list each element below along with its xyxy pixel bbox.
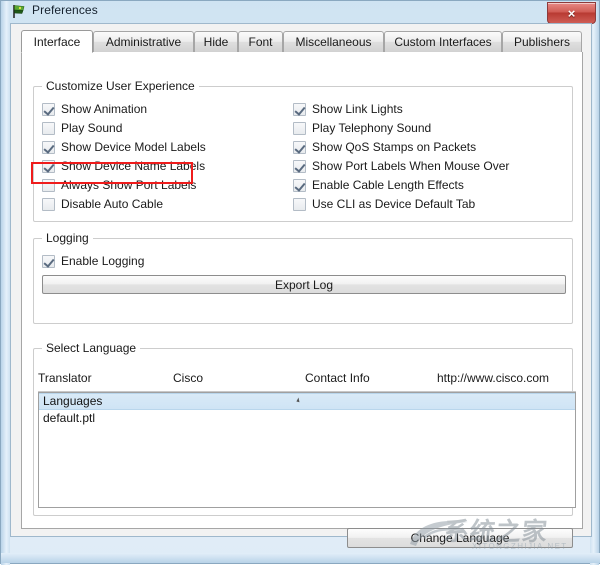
checkbox-use-cli-as-device-default-tab[interactable]: Use CLI as Device Default Tab [293,196,475,212]
tab-label: Interface [33,34,81,49]
preferences-window: Preferences × Interface Administrative Hid… [0,0,600,565]
customize-group-title: Customize User Experience [42,79,199,93]
checkbox-show-device-model-labels[interactable]: Show Device Model Labels [42,139,206,155]
checkbox-play-sound[interactable]: Play Sound [42,120,122,136]
checkbox-label: Enable Logging [61,253,145,268]
checkbox-box[interactable] [42,159,55,173]
change-language-button-label: Change Language [410,531,510,545]
tab-custom-interfaces[interactable]: Custom Interfaces [384,31,502,52]
language-listbox[interactable]: Languages default.ptl [38,392,576,508]
list-item[interactable]: default.ptl [39,410,575,427]
checkbox-disable-auto-cable[interactable]: Disable Auto Cable [42,196,163,212]
tab-publishers[interactable]: Publishers [502,31,582,52]
checkbox-box[interactable] [42,178,55,192]
change-language-button[interactable]: Change Language [347,528,573,548]
language-group-title: Select Language [42,341,141,355]
tab-label: Custom Interfaces [394,35,492,49]
checkbox-box[interactable] [42,197,55,211]
list-item[interactable]: Languages [39,393,575,410]
checkbox-enable-cable-length-effects[interactable]: Enable Cable Length Effects [293,177,464,193]
export-log-button-label: Export Log [274,277,334,292]
checkbox-label: Show Animation [61,101,148,116]
checkbox-label: Show Port Labels When Mouse Over [312,158,510,173]
logging-group-title: Logging [42,231,93,245]
tab-strip: Interface Administrative Hide Font Miscellan… [21,30,583,53]
language-column-header: Cisco [173,371,204,385]
language-column-header: Contact Info [305,371,370,385]
tab-interface[interactable]: Interface [21,30,93,53]
checkbox-label: Play Telephony Sound [312,120,432,135]
title-bar[interactable]: Preferences × [1,1,600,24]
tab-hide[interactable]: Hide [194,31,238,52]
checkbox-box[interactable] [293,197,306,211]
checkbox-box[interactable] [293,140,306,154]
checkbox-box[interactable] [42,140,55,154]
checkbox-label: Show Device Name Labels [61,158,206,173]
tab-font[interactable]: Font [238,31,283,52]
checkbox-show-qos-stamps-on-packets[interactable]: Show QoS Stamps on Packets [293,139,476,155]
close-icon: × [567,5,576,21]
close-button[interactable]: × [547,2,596,24]
dialog-client-area: Interface Administrative Hide Font Miscellan… [10,23,592,548]
checkbox-box[interactable] [293,102,306,116]
tab-label: Miscellaneous [295,35,372,49]
checkbox-show-device-name-labels[interactable]: Show Device Name Labels [42,158,205,174]
flag-icon [13,5,25,18]
tab-label: Hide [203,35,229,49]
tab-administrative[interactable]: Administrative [93,31,194,52]
select-language-group: Select Language Translator Cisco Contact I… [33,341,576,516]
window-title: Preferences [32,3,98,17]
tab-miscellaneous[interactable]: Miscellaneous [283,31,384,52]
checkbox-box[interactable] [42,254,55,268]
checkbox-play-telephony-sound[interactable]: Play Telephony Sound [293,120,431,136]
logging-group: Logging Enable Logging Export Log [33,231,573,324]
checkbox-show-port-labels-when-mouse-over[interactable]: Show Port Labels When Mouse Over [293,158,509,174]
checkbox-enable-logging[interactable]: Enable Logging [42,253,144,269]
checkbox-show-animation[interactable]: Show Animation [42,101,147,117]
export-log-button[interactable]: Export Log [42,275,566,294]
checkbox-box[interactable] [293,121,306,135]
checkbox-label: Use CLI as Device Default Tab [312,196,476,211]
language-column-header: Translator [38,371,92,385]
checkbox-box[interactable] [293,178,306,192]
tab-label: Font [248,35,273,49]
window-border-bottom [1,553,600,563]
checkbox-label: Play Sound [61,120,123,135]
tab-panel-interface: Customize User Experience Show Animation… [21,52,583,548]
language-column-header: http://www.cisco.com [437,371,550,385]
checkbox-box[interactable] [42,102,55,116]
checkbox-label: Show Device Model Labels [61,139,206,154]
window-border-left [1,1,10,565]
tab-label: Administrative [105,35,182,49]
checkbox-box[interactable] [293,159,306,173]
checkbox-label: Show Link Lights [312,101,403,116]
customize-user-experience-group: Customize User Experience Show Animation… [33,79,573,222]
checkbox-always-show-port-labels[interactable]: Always Show Port Labels [42,177,196,193]
checkbox-label: Enable Cable Length Effects [312,177,464,192]
checkbox-label: Show QoS Stamps on Packets [312,139,477,154]
checkbox-box[interactable] [42,121,55,135]
checkbox-label: Disable Auto Cable [61,196,164,211]
checkbox-label: Always Show Port Labels [61,177,197,192]
language-table-header: Translator Cisco Contact Info http://www.ci… [38,371,576,391]
content-pane: Interface Administrative Hide Font Miscellan… [11,24,591,548]
tab-label: Publishers [513,35,571,49]
checkbox-show-link-lights[interactable]: Show Link Lights [293,101,403,117]
